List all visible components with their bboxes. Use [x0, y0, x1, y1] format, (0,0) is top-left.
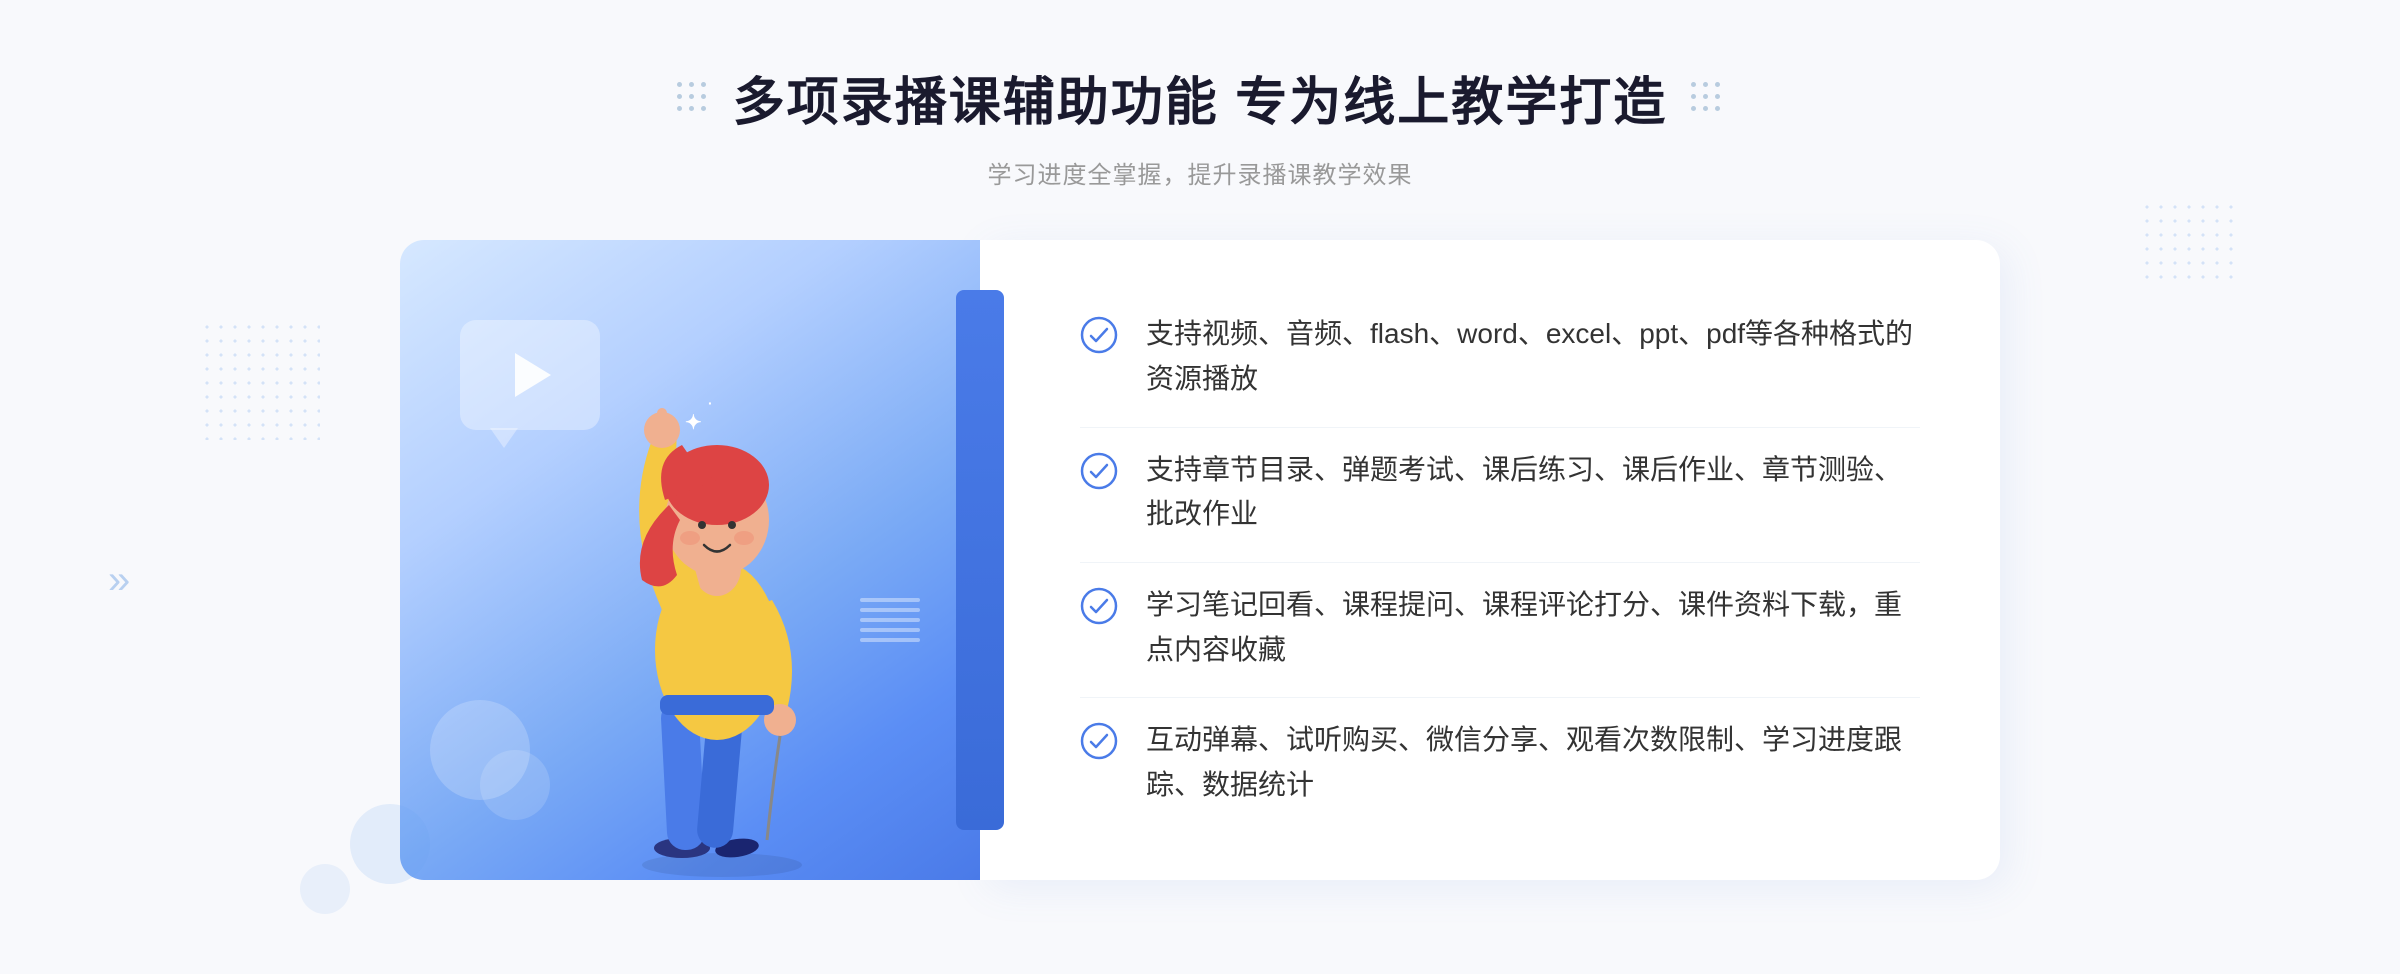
content-area: ✦ ·: [400, 240, 2000, 880]
feature-item-2: 支持章节目录、弹题考试、课后练习、课后作业、章节测验、批改作业: [1080, 427, 1920, 558]
feature-text-1: 支持视频、音频、flash、word、excel、ppt、pdf等各种格式的资源…: [1146, 312, 1920, 402]
main-title: 多项录播课辅助功能 专为线上教学打造: [733, 60, 1667, 135]
page-wrapper: » 多项录播课辅助功能 专为线上教学打造 学习进度全掌握，提升录播课教学效果: [0, 0, 2400, 974]
title-decorator-left: [677, 82, 709, 114]
features-panel: 支持视频、音频、flash、word、excel、ppt、pdf等各种格式的资源…: [980, 240, 2000, 880]
header-section: 多项录播课辅助功能 专为线上教学打造 学习进度全掌握，提升录播课教学效果: [677, 60, 1723, 190]
deco-circle-small: [480, 750, 550, 820]
arrow-decoration-left: »: [108, 560, 130, 600]
title-row: 多项录播课辅助功能 专为线上教学打造: [677, 60, 1723, 135]
feature-item-4: 互动弹幕、试听购买、微信分享、观看次数限制、学习进度跟踪、数据统计: [1080, 697, 1920, 828]
play-icon: [515, 353, 551, 397]
check-icon-4: [1080, 722, 1118, 760]
check-icon-1: [1080, 316, 1118, 354]
deco-circle-bottom-small: [300, 864, 350, 914]
illustration-card: ✦ ·: [400, 240, 980, 880]
feature-item-1: 支持视频、音频、flash、word、excel、ppt、pdf等各种格式的资源…: [1080, 292, 1920, 422]
feature-text-4: 互动弹幕、试听购买、微信分享、观看次数限制、学习进度跟踪、数据统计: [1146, 718, 1920, 808]
subtitle: 学习进度全掌握，提升录播课教学效果: [987, 155, 1412, 190]
feature-text-2: 支持章节目录、弹题考试、课后练习、课后作业、章节测验、批改作业: [1146, 448, 1920, 538]
dots-decoration-right: [2140, 200, 2240, 280]
feature-item-3: 学习笔记回看、课程提问、课程评论打分、课件资料下载，重点内容收藏: [1080, 562, 1920, 693]
deco-circle-bottom-large: [350, 804, 430, 884]
check-icon-2: [1080, 452, 1118, 490]
feature-text-3: 学习笔记回看、课程提问、课程评论打分、课件资料下载，重点内容收藏: [1146, 583, 1920, 673]
check-icon-3: [1080, 587, 1118, 625]
dots-decoration-left: [200, 320, 320, 440]
blue-bar-decoration: [956, 290, 1004, 830]
figure-illustration: [562, 300, 882, 880]
title-decorator-right: [1691, 82, 1723, 114]
